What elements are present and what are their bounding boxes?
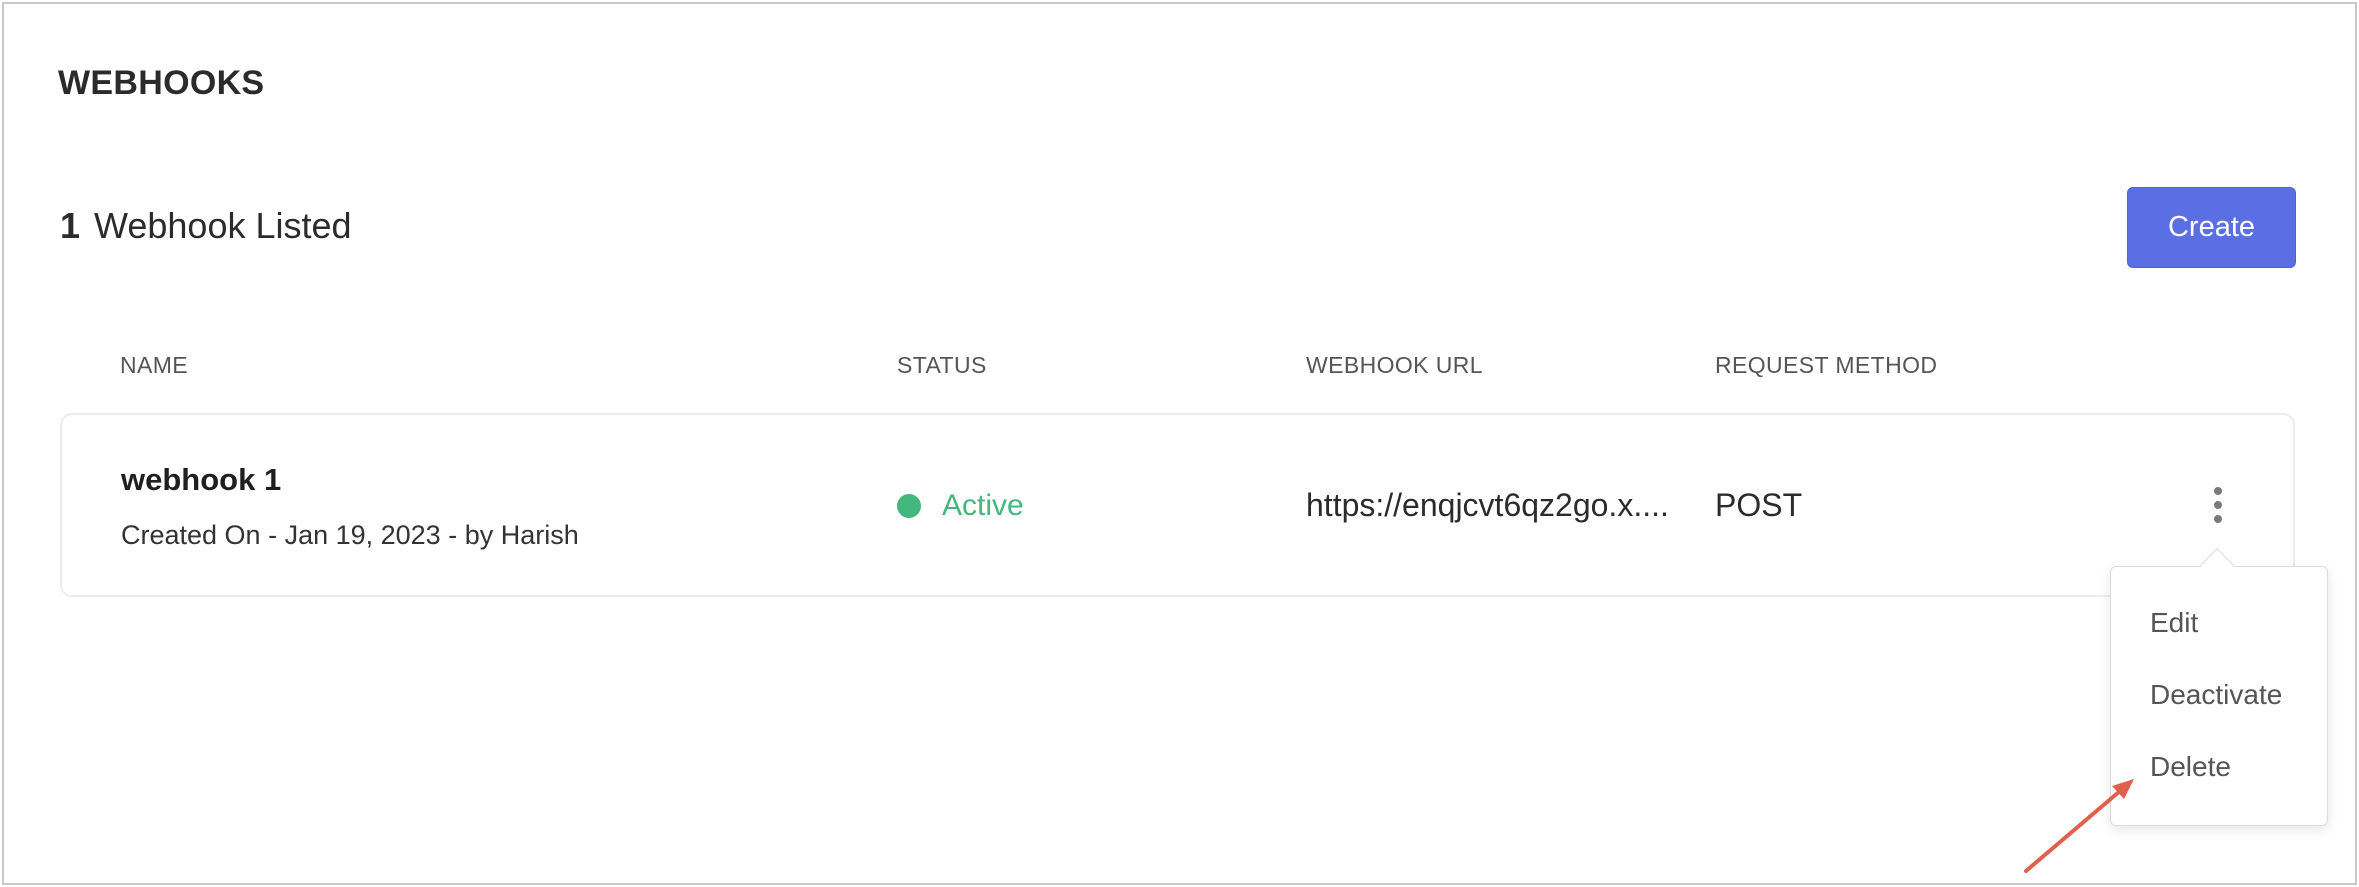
webhook-created-info: Created On - Jan 19, 2023 - by Harish	[121, 520, 579, 550]
column-header-status: STATUS	[897, 352, 987, 378]
request-method: POST	[1715, 487, 1803, 523]
webhook-count: 1 Webhook Listed	[60, 205, 352, 247]
create-button[interactable]: Create	[2127, 187, 2296, 268]
column-header-request-method: REQUEST METHOD	[1715, 352, 1938, 378]
menu-item-delete[interactable]: Delete	[2150, 751, 2231, 783]
more-vertical-icon[interactable]	[2203, 483, 2233, 527]
page-title: WEBHOOKS	[58, 64, 265, 102]
status-label: Active	[942, 489, 1024, 522]
column-header-webhook-url: WEBHOOK URL	[1306, 352, 1483, 378]
webhook-count-label: Webhook Listed	[94, 205, 352, 246]
webhook-count-number: 1	[60, 205, 81, 246]
menu-item-edit[interactable]: Edit	[2150, 607, 2198, 639]
status-dot-icon	[897, 494, 921, 518]
table-row[interactable]	[60, 413, 2295, 597]
column-header-name: NAME	[120, 352, 189, 378]
status-badge: Active	[897, 489, 1024, 523]
menu-item-deactivate[interactable]: Deactivate	[2150, 679, 2282, 711]
webhook-name[interactable]: webhook 1	[121, 462, 281, 498]
webhook-url: https://enqjcvt6qz2go.x....	[1306, 487, 1669, 523]
